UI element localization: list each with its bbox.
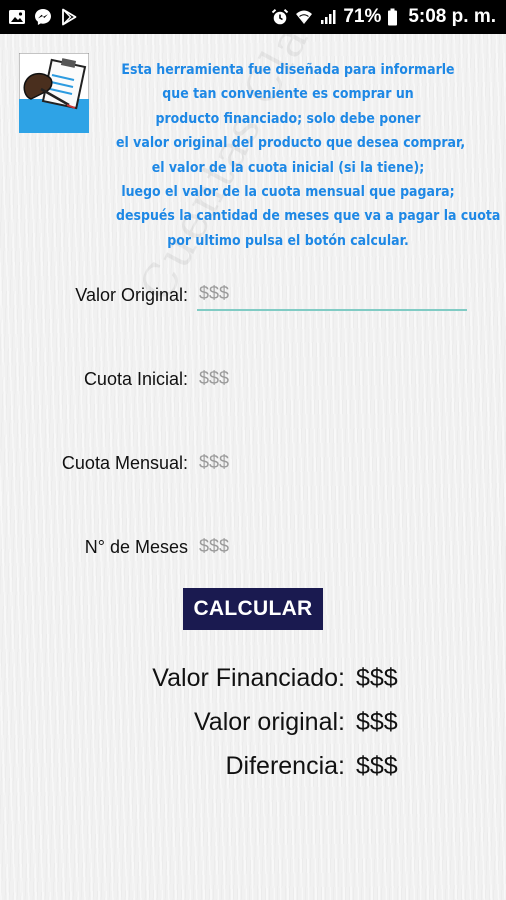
intro-line: después la cantidad de meses que va a pa… xyxy=(116,207,501,225)
intro-line: el valor de la cuota inicial (si la tien… xyxy=(151,158,425,176)
valor-original-label: Valor Original: xyxy=(75,285,188,305)
battery-percent: 71% xyxy=(343,6,382,27)
valor-original-input[interactable] xyxy=(197,277,467,311)
app-logo xyxy=(18,52,90,134)
intro-line: Esta herramienta fue diseñada para infor… xyxy=(121,61,455,78)
valor-original-result-value: $$$ xyxy=(356,708,398,736)
alarm-icon xyxy=(271,8,289,26)
cuota-inicial-label: Cuota Inicial: xyxy=(83,369,188,389)
messenger-icon xyxy=(34,8,52,26)
battery-icon xyxy=(387,8,398,26)
wifi-icon xyxy=(295,8,313,26)
valor-financiado-value: $$$ xyxy=(356,664,398,692)
diferencia-label: Diferencia: xyxy=(225,752,346,780)
valor-financiado-label: Valor Financiado: xyxy=(152,664,345,692)
play-store-icon xyxy=(60,8,78,26)
status-bar-system: 71% 5:08 p. m. xyxy=(271,0,496,34)
intro-line: que tan conveniente es comprar un xyxy=(162,85,414,103)
clock: 5:08 p. m. xyxy=(408,6,496,27)
valor-original-result-label: Valor original: xyxy=(193,708,345,736)
meses-label: N° de Meses xyxy=(84,537,188,557)
intro-line: luego el valor de la cuota mensual que p… xyxy=(121,183,455,201)
signal-icon xyxy=(319,8,337,26)
cuota-mensual-label: Cuota Mensual: xyxy=(61,453,188,473)
intro-line: por ultimo pulsa el botón calcular. xyxy=(167,231,409,249)
status-bar-notifications xyxy=(8,7,78,27)
intro-line: el valor original del producto que desea… xyxy=(116,134,466,152)
calcular-button[interactable]: CALCULAR xyxy=(183,588,323,630)
meses-input[interactable] xyxy=(197,529,467,563)
status-bar: 71% 5:08 p. m. xyxy=(0,0,506,34)
diferencia-value: $$$ xyxy=(356,752,398,780)
intro-text: Esta herramienta fue diseñada para infor… xyxy=(116,58,501,253)
gallery-icon xyxy=(8,8,26,26)
intro-line: producto financiado; solo debe poner xyxy=(155,109,421,127)
cuota-mensual-input[interactable] xyxy=(197,445,467,479)
cuota-inicial-input[interactable] xyxy=(197,361,467,395)
